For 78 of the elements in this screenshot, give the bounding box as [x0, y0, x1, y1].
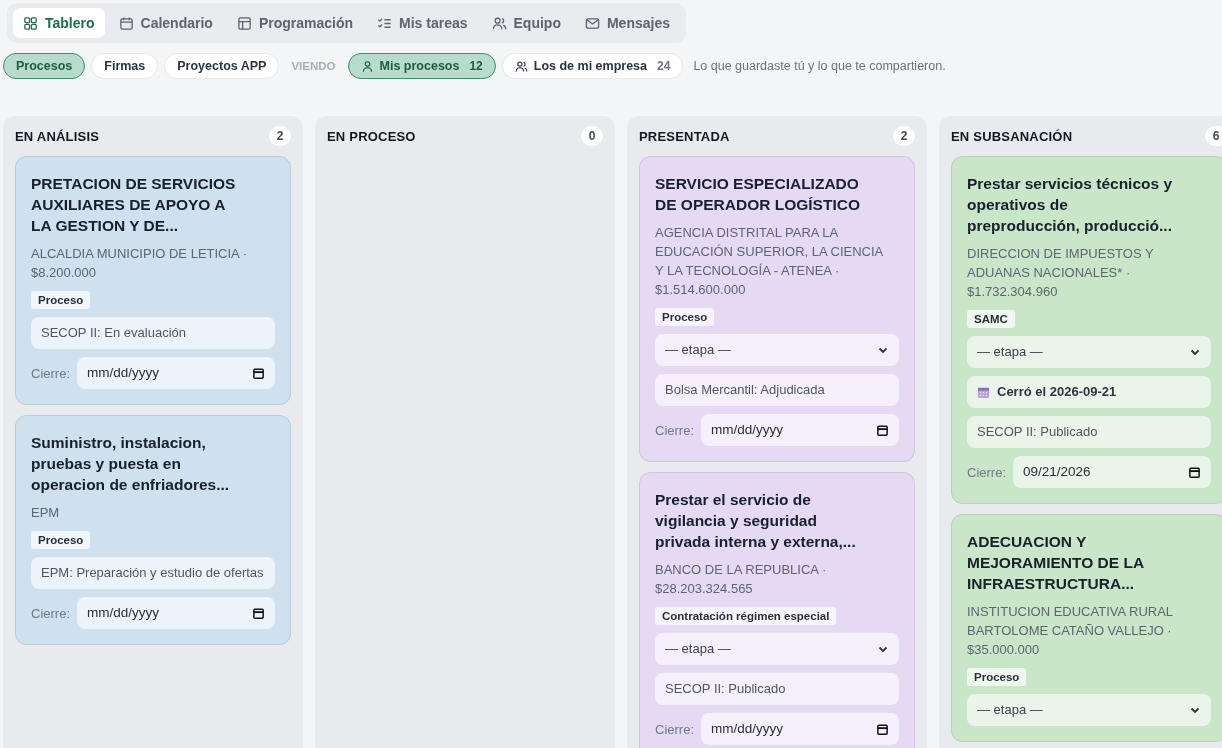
- card-meta: DIRECCION DE IMPUESTOS Y ADUANAS NACIONALES* · $1.732.304.960: [967, 245, 1155, 301]
- card-tag: Proceso: [967, 668, 1027, 686]
- column-title: EN ANÁLISIS: [15, 128, 100, 144]
- filter-chip[interactable]: Proyectos APP: [164, 53, 280, 79]
- nav-tab[interactable]: Calendario: [108, 8, 223, 38]
- column-title: EN PROCESO: [327, 128, 416, 144]
- card-title: Suministro, instalacion, pruebas y puesta en operacion de enfriadores...: [31, 433, 231, 495]
- people-icon: [514, 59, 528, 73]
- stage-select[interactable]: — etapa —: [967, 336, 1211, 368]
- close-label: Cierre:: [967, 464, 1006, 480]
- card-meta: ALCALDIA MUNICIPIO DE LETICIA · $8.200.000: [31, 245, 248, 282]
- card-meta: EPM: [31, 504, 61, 522]
- card-tag: SAMC: [967, 310, 1015, 328]
- close-label: Cierre:: [655, 721, 694, 737]
- person-icon: [360, 59, 374, 73]
- date-field[interactable]: mm/dd/yyyy: [77, 357, 275, 389]
- column-count: 2: [269, 126, 291, 146]
- card-tag: Contratación régimen especial: [655, 607, 837, 625]
- nav-tab[interactable]: Programación: [226, 8, 364, 38]
- nav-tab[interactable]: Equipo: [481, 8, 571, 38]
- column-title: EN SUBSANACIÓN: [951, 128, 1073, 144]
- calendar-icon: [1188, 465, 1201, 479]
- viewing-label: VIENDO: [290, 60, 337, 72]
- close-label: Cierre:: [31, 365, 70, 381]
- scope-chip[interactable]: Los de mi empresa 24: [501, 53, 684, 79]
- calendar-icon: [252, 606, 265, 620]
- card-title: Prestar servicios técnicos y operativos de preproducción, producció...: [967, 174, 1174, 236]
- nav-tab[interactable]: Mis tareas: [367, 8, 478, 38]
- column-count: 2: [893, 126, 915, 146]
- status-field: SECOP II: Publicado: [967, 416, 1211, 448]
- calendar-icon: [118, 15, 134, 31]
- card-title: ADECUACION Y MEJORAMIENTO DE LA INFRAESTRUCTURA...: [967, 532, 1145, 594]
- column-count: 6: [1205, 126, 1222, 146]
- stage-select[interactable]: — etapa —: [655, 334, 899, 366]
- nav-tab[interactable]: Mensajes: [574, 8, 680, 38]
- card-tag: Proceso: [31, 531, 91, 549]
- close-label: Cierre:: [31, 605, 70, 621]
- nav-tab[interactable]: Tablero: [13, 8, 105, 38]
- table-icon: [236, 15, 252, 31]
- column-count: 0: [581, 126, 603, 146]
- calendar-icon: [252, 366, 265, 380]
- close-label: Cierre:: [655, 422, 694, 438]
- card-title: Prestar el servicio de vigilancia y seguridad privada interna y externa,...: [655, 490, 857, 552]
- calendar-icon: [977, 385, 990, 399]
- scope-chip[interactable]: Mis procesos 12: [347, 53, 496, 79]
- process-card[interactable]: PRETACION DE SERVICIOS AUXILIARES DE APOYO A LA GESTION Y DE... ALCALDIA MUNICIPIO DE LETICIA · $8.200.000 Proceso SECOP II: En evaluación Cierre: mm/dd/yyyy: [15, 156, 291, 405]
- calendar-icon: [876, 722, 889, 736]
- column-title: PRESENTADA: [639, 128, 730, 144]
- card-meta: BANCO DE LA REPUBLICA · $28.203.324.565: [655, 561, 828, 598]
- closed-text: Cerró el 2026-09-21: [997, 384, 1117, 400]
- filter-chip[interactable]: Firmas: [91, 53, 159, 79]
- process-card[interactable]: ADECUACION Y MEJORAMIENTO DE LA INFRAESTRUCTURA... INSTITUCION EDUCATIVA RURAL BARTOLOME CATAÑO VALLEJO · $35.000.000 Proceso — etapa —: [951, 514, 1222, 742]
- date-field[interactable]: mm/dd/yyyy: [77, 597, 275, 629]
- status-field: SECOP II: En evaluación: [31, 317, 275, 349]
- scope-hint: Lo que guardaste tú y lo que te compartieron.: [693, 59, 946, 73]
- card-title: SERVICIO ESPECIALIZADO DE OPERADOR LOGÍSTICO: [655, 174, 861, 215]
- process-card[interactable]: [951, 156, 1222, 504]
- date-field[interactable]: mm/dd/yyyy: [701, 713, 899, 745]
- date-field[interactable]: mm/dd/yyyy: [701, 414, 899, 446]
- card-meta: INSTITUCION EDUCATIVA RURAL BARTOLOME CATAÑO VALLEJO · $35.000.000: [967, 603, 1174, 659]
- status-field: Bolsa Mercantil: Adjudicada: [655, 374, 899, 406]
- card-tag: Proceso: [655, 308, 715, 326]
- filter-chip[interactable]: Procesos: [3, 53, 86, 79]
- card-title: PRETACION DE SERVICIOS AUXILIARES DE APOYO A LA GESTION Y DE...: [31, 174, 237, 236]
- process-card[interactable]: Prestar el servicio de vigilancia y seguridad privada interna y externa,... BANCO DE LA REPUBLICA · $28.203.324.565 Contratación régimen especial — etapa — SECOP II: Publicado Cierre: mm/dd/yyyy: [639, 472, 915, 748]
- card-meta: AGENCIA DISTRITAL PARA LA EDUCACIÓN SUPERIOR, LA CIENCIA Y LA TECNOLOGÍA - ATENEA · $1.514.600.000: [655, 224, 884, 299]
- process-card[interactable]: [639, 156, 915, 462]
- card-tag: Proceso: [31, 291, 91, 309]
- grid-icon: [23, 15, 38, 31]
- date-field[interactable]: 09/21/2026: [1013, 456, 1211, 488]
- people-icon: [491, 15, 507, 31]
- stage-select[interactable]: — etapa —: [655, 633, 899, 665]
- mail-icon: [584, 15, 600, 31]
- stage-select[interactable]: — etapa —: [967, 694, 1211, 726]
- calendar-icon: [876, 423, 889, 437]
- status-field: SECOP II: Publicado: [655, 673, 899, 705]
- status-field: EPM: Preparación y estudio de ofertas: [31, 557, 275, 589]
- process-card[interactable]: Suministro, instalacion, pruebas y puesta en operacion de enfriadores... EPM Proceso EPM: Preparación y estudio de ofertas Cierre: mm/dd/yyyy: [15, 415, 291, 645]
